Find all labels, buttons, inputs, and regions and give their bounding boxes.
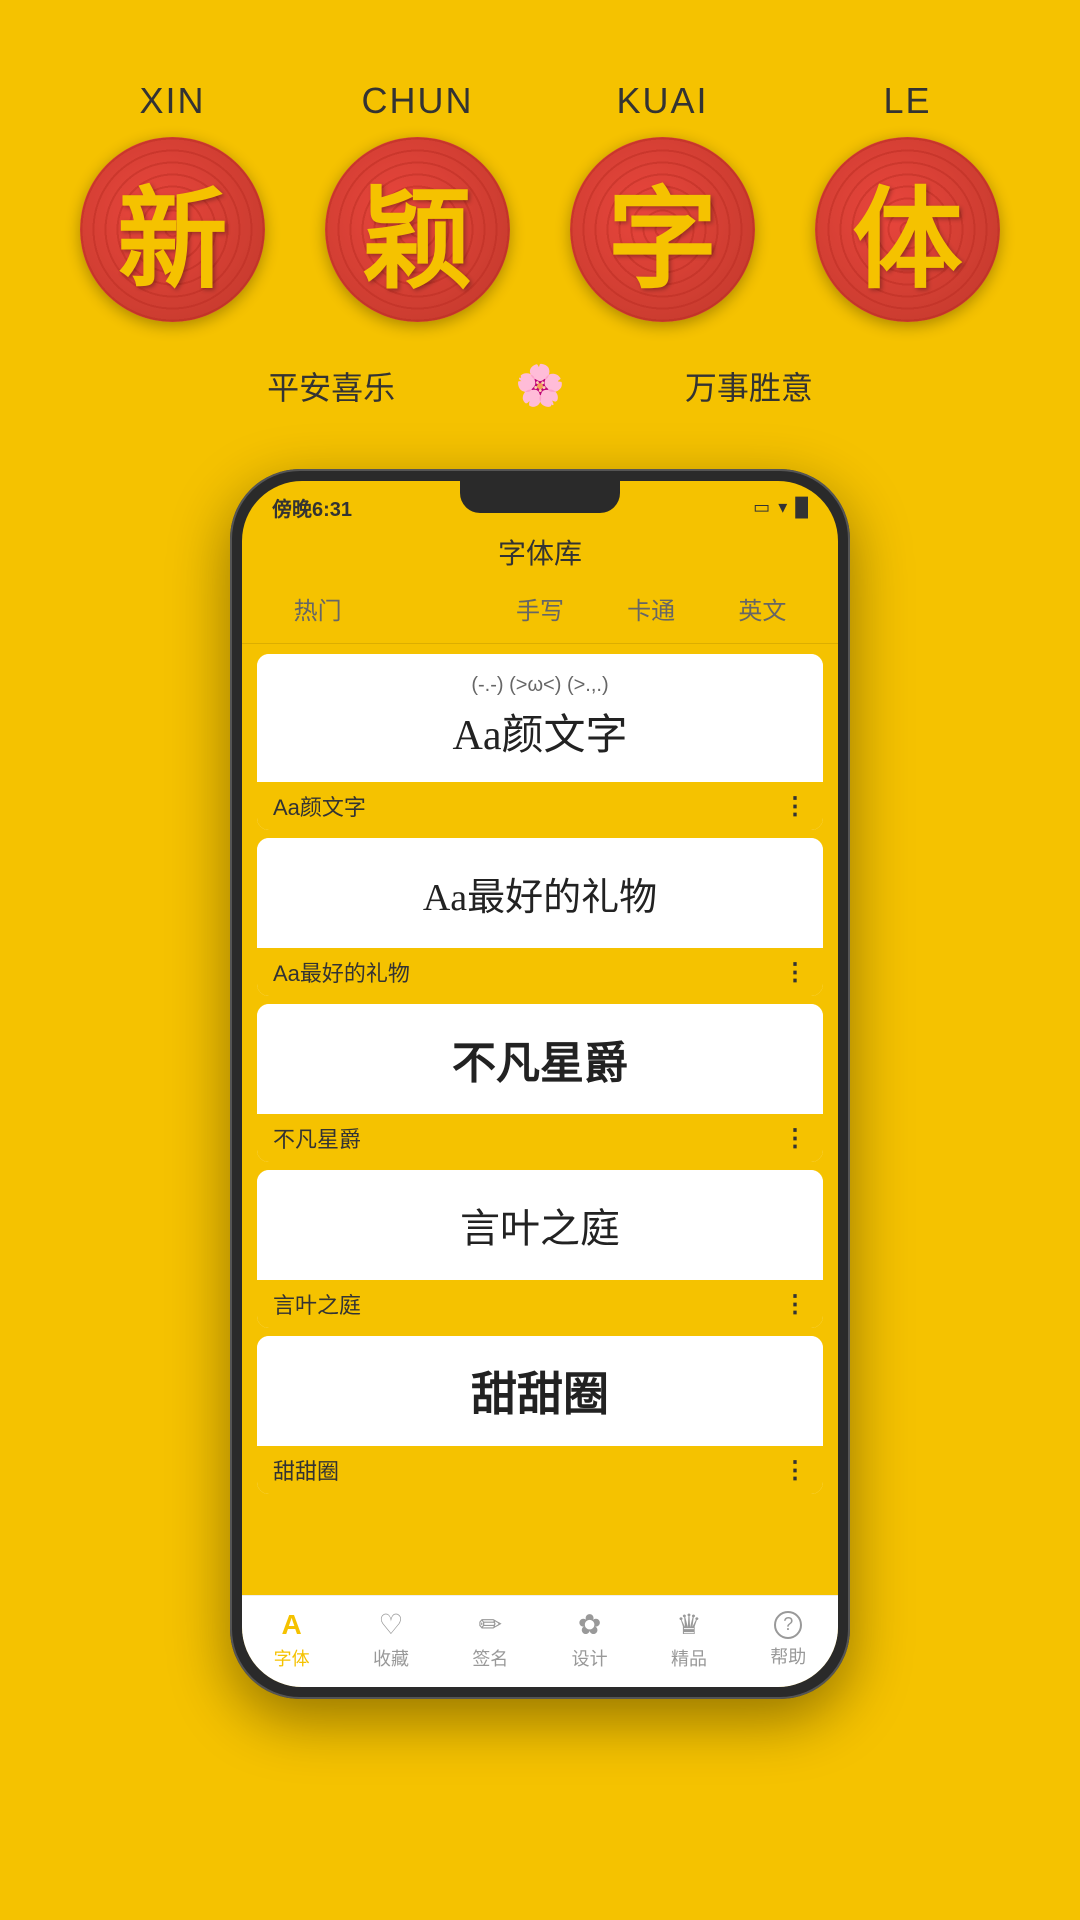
subtitle-row: 平安喜乐 🌸 万事胜意 bbox=[267, 362, 813, 409]
nav-favorites[interactable]: ♡ 收藏 bbox=[373, 1608, 409, 1671]
signature-icon: ✏ bbox=[479, 1608, 502, 1641]
app-title: 字体库 bbox=[242, 522, 838, 577]
font-card-2[interactable]: Aa最好的礼物 Aa最好的礼物 ⋮ bbox=[257, 838, 823, 996]
more-icon-3[interactable]: ⋮ bbox=[783, 1124, 807, 1153]
phone-wrapper: 傍晚6:31 ▭ ▾ █ 字体库 热门 最新 手写 卡通 英文 bbox=[0, 469, 1080, 1699]
pinyin-row: XIN 新 CHUN 颖 KUAI 字 LE 体 bbox=[80, 80, 1000, 322]
font-label-1: Aa颜文字 bbox=[273, 790, 366, 822]
font-preview-2: Aa最好的礼物 bbox=[257, 838, 823, 948]
more-icon-2[interactable]: ⋮ bbox=[783, 958, 807, 987]
phone-screen: 傍晚6:31 ▭ ▾ █ 字体库 热门 最新 手写 卡通 英文 bbox=[242, 481, 838, 1687]
tab-english[interactable]: 英文 bbox=[726, 585, 798, 635]
subtitle-left: 平安喜乐 bbox=[267, 363, 395, 409]
circle-le: 体 bbox=[815, 137, 1000, 322]
pinyin-le: LE bbox=[883, 80, 931, 122]
circle-xin: 新 bbox=[80, 137, 265, 322]
tab-cartoon[interactable]: 卡通 bbox=[615, 585, 687, 635]
font-preview-5: 甜甜圈 bbox=[257, 1336, 823, 1446]
wifi-icon: ▾ bbox=[778, 497, 787, 518]
subtitle-right: 万事胜意 bbox=[685, 363, 813, 409]
circle-chun: 颖 bbox=[325, 137, 510, 322]
font-text-1: Aa颜文字 bbox=[453, 701, 628, 762]
char-xin: XIN 新 bbox=[80, 80, 265, 322]
bottom-nav: A 字体 ♡ 收藏 ✏ 签名 ✿ 设计 ♛ 精品 bbox=[242, 1595, 838, 1687]
fonts-icon: A bbox=[282, 1609, 302, 1641]
font-card-5[interactable]: 甜甜圈 甜甜圈 ⋮ bbox=[257, 1336, 823, 1494]
font-label-row-4: 言叶之庭 ⋮ bbox=[257, 1280, 823, 1328]
tab-handwriting[interactable]: 手写 bbox=[504, 585, 576, 635]
nav-premium-label: 精品 bbox=[671, 1645, 707, 1671]
font-preview-1: (-.-) (>ω<) (>.,.) Aa颜文字 bbox=[257, 654, 823, 782]
char-kuai: KUAI 字 bbox=[570, 80, 755, 322]
pinyin-xin: XIN bbox=[139, 80, 205, 122]
nav-help[interactable]: ? 帮助 bbox=[770, 1611, 806, 1669]
pinyin-kuai: KUAI bbox=[616, 80, 708, 122]
circle-kuai: 字 bbox=[570, 137, 755, 322]
favorites-icon: ♡ bbox=[378, 1608, 403, 1641]
font-preview-4: 言叶之庭 bbox=[257, 1170, 823, 1280]
help-icon: ? bbox=[774, 1611, 802, 1639]
char-chun: CHUN 颖 bbox=[325, 80, 510, 322]
lotus-icon: 🌸 bbox=[515, 362, 565, 409]
font-preview-3: 不凡星爵 bbox=[257, 1004, 823, 1114]
tab-latest[interactable]: 最新 bbox=[393, 585, 465, 635]
status-icons: ▭ ▾ █ bbox=[753, 497, 808, 518]
more-icon-5[interactable]: ⋮ bbox=[783, 1456, 807, 1485]
font-label-row-1: Aa颜文字 ⋮ bbox=[257, 782, 823, 830]
nav-fonts[interactable]: A 字体 bbox=[274, 1609, 310, 1671]
nav-favorites-label: 收藏 bbox=[373, 1645, 409, 1671]
more-icon-1[interactable]: ⋮ bbox=[783, 792, 807, 821]
font-label-4: 言叶之庭 bbox=[273, 1288, 361, 1320]
nav-premium[interactable]: ♛ 精品 bbox=[671, 1608, 707, 1671]
pinyin-chun: CHUN bbox=[362, 80, 474, 122]
nav-design[interactable]: ✿ 设计 bbox=[572, 1608, 608, 1671]
signal-icon: █ bbox=[795, 497, 808, 518]
font-card-4[interactable]: 言叶之庭 言叶之庭 ⋮ bbox=[257, 1170, 823, 1328]
font-label-row-5: 甜甜圈 ⋮ bbox=[257, 1446, 823, 1494]
font-label-row-3: 不凡星爵 ⋮ bbox=[257, 1114, 823, 1162]
phone-notch bbox=[460, 481, 620, 513]
nav-fonts-label: 字体 bbox=[274, 1645, 310, 1671]
kaomoji-1: (-.-) (>ω<) (>.,.) bbox=[471, 674, 608, 697]
nav-design-label: 设计 bbox=[572, 1645, 608, 1671]
nav-signature[interactable]: ✏ 签名 bbox=[472, 1608, 508, 1671]
font-text-4: 言叶之庭 bbox=[460, 1196, 620, 1254]
tab-hot[interactable]: 热门 bbox=[282, 585, 354, 635]
battery-icon: ▭ bbox=[753, 497, 770, 518]
font-label-3: 不凡星爵 bbox=[273, 1122, 361, 1154]
design-icon: ✿ bbox=[578, 1608, 601, 1641]
phone-mockup: 傍晚6:31 ▭ ▾ █ 字体库 热门 最新 手写 卡通 英文 bbox=[230, 469, 850, 1699]
font-list: (-.-) (>ω<) (>.,.) Aa颜文字 Aa颜文字 ⋮ Aa最好的礼物 bbox=[242, 644, 838, 1504]
more-icon-4[interactable]: ⋮ bbox=[783, 1290, 807, 1319]
font-text-2: Aa最好的礼物 bbox=[423, 866, 657, 921]
header: XIN 新 CHUN 颖 KUAI 字 LE 体 平安喜乐 🌸 万事胜意 bbox=[0, 0, 1080, 409]
font-card-1[interactable]: (-.-) (>ω<) (>.,.) Aa颜文字 Aa颜文字 ⋮ bbox=[257, 654, 823, 830]
tab-bar: 热门 最新 手写 卡通 英文 bbox=[242, 577, 838, 644]
font-text-5: 甜甜圈 bbox=[471, 1358, 609, 1424]
font-label-row-2: Aa最好的礼物 ⋮ bbox=[257, 948, 823, 996]
char-le: LE 体 bbox=[815, 80, 1000, 322]
premium-icon: ♛ bbox=[676, 1608, 701, 1641]
nav-help-label: 帮助 bbox=[770, 1643, 806, 1669]
status-time: 傍晚6:31 bbox=[272, 493, 352, 522]
nav-signature-label: 签名 bbox=[472, 1645, 508, 1671]
font-label-2: Aa最好的礼物 bbox=[273, 956, 410, 988]
font-label-5: 甜甜圈 bbox=[273, 1454, 339, 1486]
font-card-3[interactable]: 不凡星爵 不凡星爵 ⋮ bbox=[257, 1004, 823, 1162]
font-text-3: 不凡星爵 bbox=[452, 1027, 628, 1091]
